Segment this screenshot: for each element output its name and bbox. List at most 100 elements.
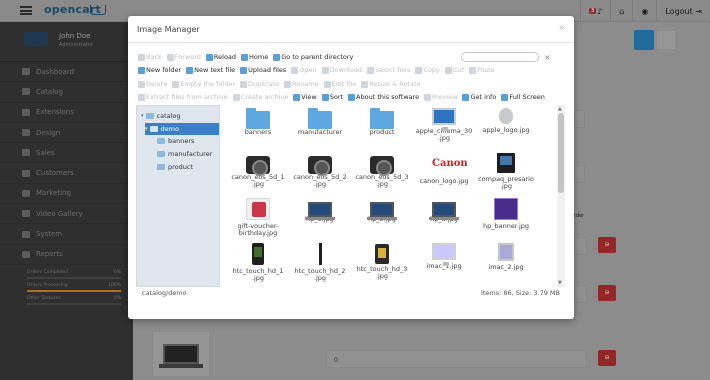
get-info-button[interactable]: Get info — [462, 93, 496, 101]
file-item[interactable]: htc_touch_hd_3 .jpg — [351, 243, 413, 280]
sidebar-item-reports[interactable]: Reports — [0, 245, 133, 265]
file-item[interactable]: imac_2.jpg — [475, 243, 537, 271]
resize-icon — [361, 80, 369, 88]
sidebar-item-marketing[interactable]: Marketing — [0, 184, 133, 205]
file-item[interactable]: apple_cinema_30 .jpg — [413, 108, 475, 142]
create-archive-button[interactable]: Create archive — [232, 93, 288, 101]
file-item[interactable]: canon_eos_5d_3 .jpg — [351, 153, 413, 188]
preview-button[interactable]: Preview — [424, 93, 457, 101]
notification-badge: 3 — [589, 8, 597, 14]
file-item[interactable]: hp_3.jpg — [413, 198, 475, 223]
scroll-down-icon[interactable]: ▼ — [558, 280, 562, 286]
upload-files-button[interactable]: Upload files — [240, 66, 286, 74]
file-item[interactable]: banners — [227, 108, 289, 136]
back-button[interactable]: Back — [138, 53, 162, 61]
about-this-software-button[interactable]: About this software — [348, 93, 419, 101]
sort-order-input[interactable] — [326, 350, 587, 368]
sidebar-item-system[interactable]: System — [0, 224, 133, 245]
tree-item-demo[interactable]: ▾ demo — [145, 123, 219, 135]
file-item[interactable]: compaq_presario .jpg — [475, 153, 537, 190]
edit-file-button[interactable]: Edit file — [323, 80, 356, 88]
home-icon: ⌂ — [619, 6, 625, 16]
bg-input-1[interactable] — [575, 110, 585, 128]
empty-the-folder-button[interactable]: Empty the folder — [172, 80, 235, 88]
remove-button-1[interactable]: ⊖ — [598, 237, 616, 253]
expand-arrow-icon[interactable]: ▾ — [145, 126, 148, 132]
camera-thumbnail — [370, 156, 394, 176]
product-image-thumbnail[interactable] — [152, 331, 210, 377]
new-folder-button[interactable]: New folder — [138, 66, 181, 74]
reload-button[interactable]: Reload — [205, 53, 236, 61]
file-item[interactable]: manufacturer — [289, 108, 351, 136]
phone-thumbnail — [252, 243, 264, 265]
file-item[interactable]: apple_logo.jpg — [475, 108, 537, 134]
tree-item-product[interactable]: product — [157, 161, 217, 173]
scroll-thumb[interactable] — [558, 113, 564, 193]
sort-button[interactable]: Sort — [321, 93, 343, 101]
tree-item-banners[interactable]: banners — [157, 135, 217, 147]
scroll-up-icon[interactable]: ▲ — [558, 106, 562, 112]
file-item[interactable]: imac_1.jpg — [413, 243, 475, 270]
file-item[interactable]: htc_touch_hd_2 .jpg — [289, 243, 351, 282]
rename-button[interactable]: Rename — [283, 80, 319, 88]
help-button[interactable]: ◉ — [632, 0, 656, 22]
delete-button[interactable]: Delete — [138, 80, 167, 88]
paste-button[interactable]: Paste — [469, 66, 495, 74]
remove-button-3[interactable]: ⊖ — [598, 350, 616, 366]
expand-arrow-icon[interactable]: ▾ — [141, 113, 144, 119]
search-input[interactable] — [461, 52, 539, 62]
home-button[interactable]: Home — [241, 53, 268, 61]
view-button[interactable]: View — [293, 93, 317, 101]
tree-item-catalog[interactable]: ▾ catalog — [141, 110, 219, 122]
file-item[interactable]: hp_1.jpg — [289, 198, 351, 223]
sidebar-item-customers[interactable]: Customers — [0, 163, 133, 184]
resize-rotate-button[interactable]: Resize & Rotate — [361, 80, 421, 88]
file-item[interactable]: hp_2.jpg — [351, 198, 413, 223]
clear-search-icon[interactable]: × — [544, 53, 551, 62]
sidebar-item-extensions[interactable]: Extensions — [0, 103, 133, 123]
duplicate-button[interactable]: Duplicate — [240, 80, 279, 88]
file-item[interactable]: gift-voucher- birthday.jpg — [227, 198, 289, 237]
tree-item-manufacturer[interactable]: manufacturer — [157, 148, 217, 160]
file-item[interactable]: product — [351, 108, 413, 136]
sidebar-item-design[interactable]: Design — [0, 123, 133, 144]
toolbar-label: Delete — [146, 80, 168, 88]
save-button[interactable] — [634, 30, 654, 50]
cut-button[interactable]: Cut — [444, 66, 464, 74]
file-item[interactable]: hp_banner.jpg — [475, 198, 537, 230]
forward-button[interactable]: Forward — [166, 53, 201, 61]
menu-toggle-icon[interactable] — [20, 6, 32, 15]
slim-thumbnail — [318, 243, 322, 265]
full-screen-button[interactable]: Full Screen — [501, 93, 545, 101]
file-item[interactable]: canon_eos_5d_1 .jpg — [227, 153, 289, 188]
toolbar-label: Full Screen — [509, 93, 545, 101]
bg-order-input-2[interactable] — [575, 285, 587, 303]
sidebar-item-catalog[interactable]: Catalog — [0, 82, 133, 103]
go-to-parent-directory-button[interactable]: Go to parent directory — [273, 53, 353, 61]
file-item[interactable]: Canon canon_logo.jpg — [413, 153, 475, 185]
close-icon[interactable]: × — [558, 23, 565, 32]
copy-button[interactable]: Copy — [415, 66, 440, 74]
file-item[interactable]: canon_eos_5d_2 .jpg — [289, 153, 351, 188]
select-files-button[interactable]: Select files — [367, 66, 410, 74]
home-button[interactable]: ⌂ — [610, 0, 632, 22]
open-button[interactable]: Open — [291, 66, 317, 74]
sidebar-item-sales[interactable]: Sales — [0, 143, 133, 164]
bg-order-input-1[interactable] — [575, 237, 587, 255]
extract-files-from-archive-button[interactable]: Extract files from archive — [138, 93, 228, 101]
bg-input-2[interactable] — [575, 165, 585, 183]
toolbar-label: Resize & Rotate — [369, 80, 421, 88]
sidebar-item-video-gallery[interactable]: Video Gallery — [0, 204, 133, 225]
remove-button-2[interactable]: ⊖ — [598, 285, 616, 301]
fullscreen-icon — [501, 93, 509, 101]
sidebar-item-dashboard[interactable]: Dashboard — [0, 62, 133, 83]
notifications-button[interactable]: 3 ♪ — [580, 0, 610, 22]
file-grid-scrollbar[interactable]: ▲ ▼ — [557, 105, 565, 287]
logout-button[interactable]: Logout ⇥ — [656, 0, 710, 22]
toolbar-label: Copy — [423, 66, 440, 74]
new-text-file-button[interactable]: New text file — [186, 66, 235, 74]
back-button[interactable] — [656, 30, 676, 50]
file-item[interactable]: htc_touch_hd_1 .jpg — [227, 243, 289, 282]
download-button[interactable]: Download — [321, 66, 362, 74]
user-profile[interactable]: John Doe Administrator — [0, 22, 133, 62]
